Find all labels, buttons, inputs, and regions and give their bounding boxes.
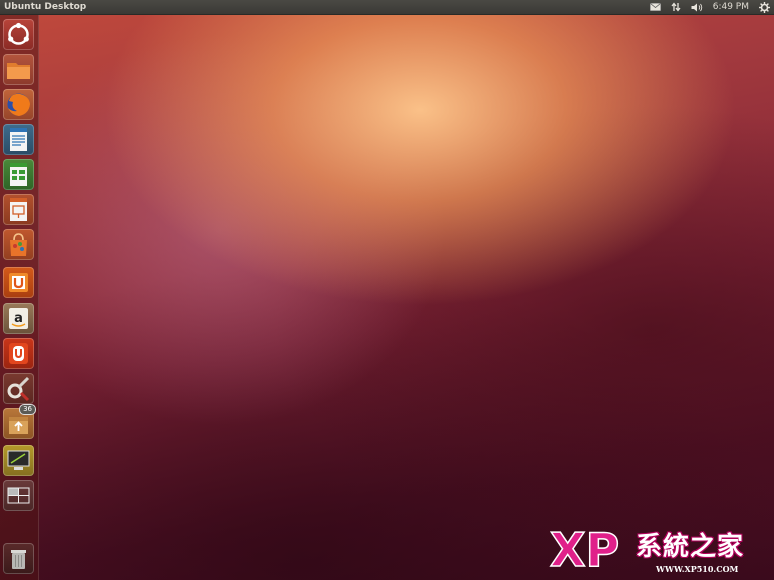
workspace-switcher-icon (7, 487, 30, 504)
top-panel: Ubuntu Desktop 6:49 PM (0, 0, 774, 15)
shopping-bag-icon (10, 233, 27, 256)
ubuntu-logo-icon (8, 22, 29, 45)
volume-icon[interactable] (691, 0, 703, 14)
window-title: Ubuntu Desktop (4, 2, 87, 12)
launcher-trash[interactable] (3, 543, 34, 574)
calc-icon (10, 163, 27, 186)
svg-text:a: a (14, 311, 23, 326)
settings-tools-icon (7, 376, 30, 402)
launcher-firefox[interactable] (3, 89, 34, 120)
launcher-screen-app[interactable] (3, 445, 34, 476)
launcher-ubuntu-one[interactable] (3, 267, 34, 298)
ubuntu-one-icon (9, 273, 28, 292)
mail-icon[interactable] (649, 0, 661, 14)
launcher-libreoffice-calc[interactable] (3, 159, 34, 190)
watermark-url: WWW.XP510.COM (656, 564, 739, 574)
launcher-home-folder[interactable] (3, 54, 34, 85)
launcher-libreoffice-impress[interactable] (3, 194, 34, 225)
writer-icon (10, 128, 27, 151)
watermark-xp-logo: XP (549, 522, 620, 574)
ubuntu-one-music-icon (9, 343, 28, 364)
svg-text:XP: XP (550, 523, 619, 574)
launcher-ubuntu-one-music[interactable] (3, 338, 34, 369)
firefox-icon (7, 93, 30, 116)
trash-icon (11, 550, 26, 569)
launcher-software-center[interactable] (3, 229, 34, 260)
launcher-amazon[interactable]: a (3, 303, 34, 334)
gear-icon[interactable] (759, 0, 770, 14)
folder-icon (7, 63, 30, 79)
launcher-update-manager[interactable]: 36 (3, 404, 36, 439)
launcher-system-settings[interactable] (3, 373, 34, 404)
desktop-wallpaper (0, 0, 774, 580)
watermark-chinese-text: 系統之家 (636, 532, 745, 562)
screen-icon (7, 450, 30, 470)
clock[interactable]: 6:49 PM (713, 0, 749, 14)
indicator-area: 6:49 PM (649, 0, 770, 14)
launcher-workspace-switcher[interactable] (3, 480, 34, 511)
impress-icon (10, 198, 27, 221)
network-icon[interactable] (671, 0, 681, 14)
launcher: a 36 (0, 15, 39, 580)
update-count-badge: 36 (19, 404, 36, 415)
ubuntu-dash-button[interactable] (3, 19, 34, 50)
launcher-libreoffice-writer[interactable] (3, 124, 34, 155)
amazon-icon: a (9, 308, 28, 329)
